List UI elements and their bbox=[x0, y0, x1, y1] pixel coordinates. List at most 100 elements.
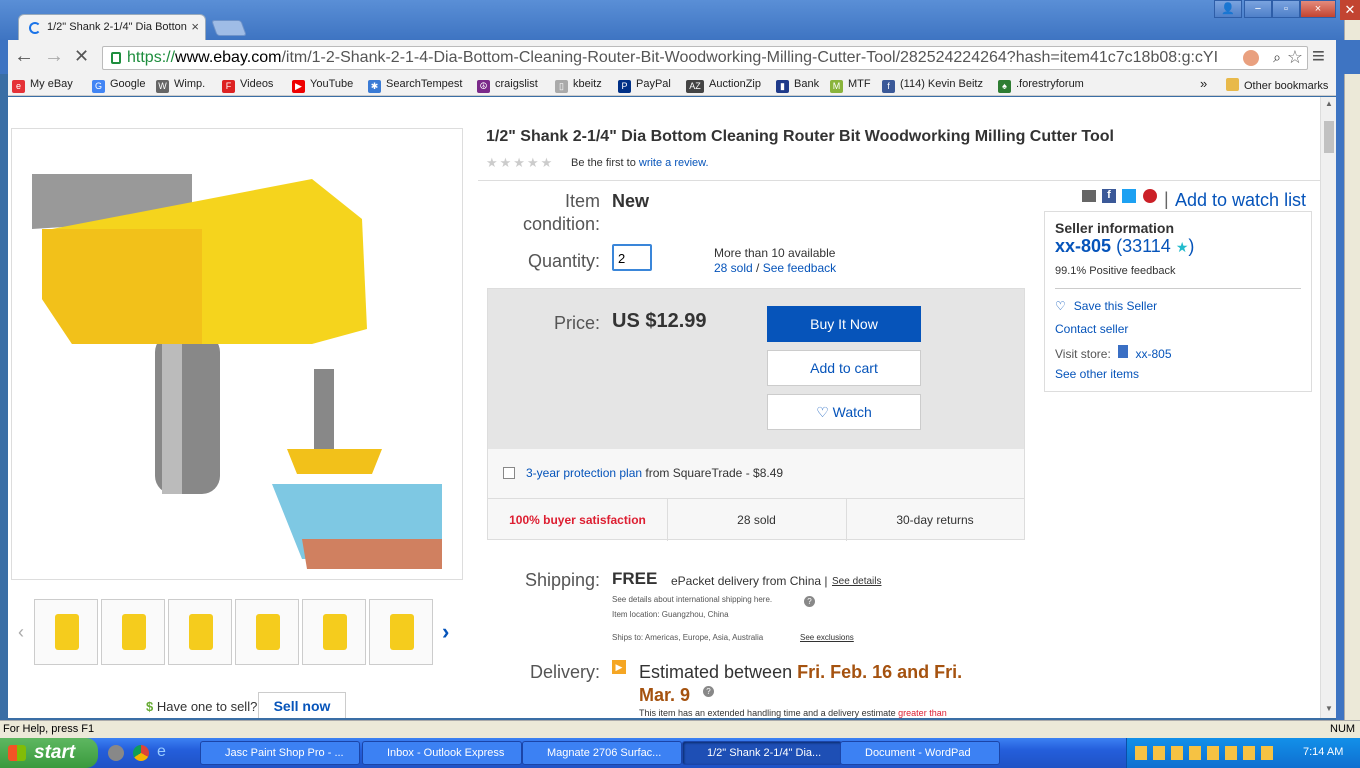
clock[interactable]: 7:14 AM bbox=[1303, 746, 1343, 758]
bookmark-paypal[interactable]: P PayPal bbox=[618, 78, 671, 93]
thumbnail[interactable] bbox=[302, 599, 366, 665]
bookmark-kbeitz[interactable]: ▯ kbeitz bbox=[555, 78, 602, 93]
sell-now-button[interactable]: Sell now bbox=[258, 692, 346, 718]
zoom-icon[interactable]: ⌕ bbox=[1273, 49, 1281, 66]
protection-plan-link[interactable]: 3-year protection plan bbox=[526, 466, 642, 480]
new-tab-button[interactable] bbox=[211, 20, 247, 36]
url-text: https://www.ebay.com/itm/1-2-Shank-2-1-4… bbox=[127, 49, 1219, 66]
task-paint-shop-pro[interactable]: Jasc Paint Shop Pro - ... bbox=[200, 741, 360, 765]
save-seller-link[interactable]: ♡ Save this Seller bbox=[1055, 299, 1157, 313]
thumbnail[interactable] bbox=[235, 599, 299, 665]
window-border bbox=[1336, 40, 1344, 720]
condition-value: New bbox=[612, 191, 650, 211]
protection-checkbox[interactable] bbox=[503, 467, 515, 479]
bookmarks-bar: e My eBay G Google W Wimp. F Videos ▶ YouTube… bbox=[8, 74, 1344, 96]
add-to-cart-button[interactable]: Add to cart bbox=[767, 350, 921, 386]
address-bar[interactable]: https://www.ebay.com/itm/1-2-Shank-2-1-4… bbox=[102, 46, 1308, 70]
task-chrome-active[interactable]: 1/2" Shank 2-1/4" Dia... bbox=[682, 741, 842, 765]
delivery-label: Delivery: bbox=[529, 662, 600, 682]
bookmark-wimp[interactable]: W Wimp. bbox=[156, 78, 205, 93]
ie-icon[interactable]: e bbox=[157, 743, 166, 761]
thumbnail[interactable] bbox=[168, 599, 232, 665]
email-icon[interactable] bbox=[1082, 190, 1096, 202]
quantity-label: Quantity: bbox=[527, 251, 600, 271]
tray-icons[interactable] bbox=[1135, 746, 1275, 760]
quantity-input[interactable]: 2 bbox=[612, 244, 652, 271]
forward-icon[interactable]: → bbox=[44, 46, 64, 66]
help-icon[interactable]: ? bbox=[703, 686, 714, 697]
quicklaunch-icon[interactable] bbox=[108, 745, 124, 761]
bookmark-star-icon[interactable]: ☆ bbox=[1287, 47, 1303, 68]
facebook-icon[interactable]: f bbox=[1102, 189, 1116, 203]
tab-active[interactable]: 1/2" Shank 2-1/4" Dia Botton × bbox=[18, 14, 206, 41]
restore-button[interactable]: ▫ bbox=[1272, 0, 1300, 18]
bookmark-google[interactable]: G Google bbox=[92, 78, 145, 93]
have-one-to-sell: $ Have one to sell? bbox=[146, 699, 258, 714]
task-outlook-express[interactable]: Inbox - Outlook Express bbox=[362, 741, 522, 765]
bookmark-craigslist[interactable]: ☮ craigslist bbox=[477, 78, 538, 93]
stop-icon[interactable]: ✕ bbox=[74, 46, 89, 66]
bookmark-auctionzip[interactable]: AZ AuctionZip bbox=[686, 78, 761, 93]
divider bbox=[488, 498, 1024, 499]
scroll-down-icon[interactable]: ▼ bbox=[1325, 704, 1333, 713]
thumbnail[interactable] bbox=[101, 599, 165, 665]
bookmark-searchtempest[interactable]: ✱ SearchTempest bbox=[368, 78, 462, 93]
availability: More than 10 available bbox=[714, 246, 836, 260]
thumbnail[interactable] bbox=[369, 599, 433, 665]
product-main-image[interactable] bbox=[11, 128, 463, 580]
back-icon[interactable]: ← bbox=[14, 46, 34, 66]
scrollbar-thumb[interactable] bbox=[1324, 121, 1334, 153]
tab-close-icon[interactable]: × bbox=[191, 19, 199, 34]
twitter-icon[interactable] bbox=[1122, 189, 1136, 203]
scroll-up-icon[interactable]: ▲ bbox=[1325, 99, 1333, 108]
watch-button[interactable]: ♡ Watch bbox=[767, 394, 921, 430]
lock-icon bbox=[111, 52, 121, 64]
vertical-scrollbar[interactable]: ▲ ▼ bbox=[1320, 97, 1336, 718]
see-other-items-link[interactable]: See other items bbox=[1055, 367, 1139, 381]
bookmark-my-ebay[interactable]: e My eBay bbox=[12, 78, 73, 93]
sold-link[interactable]: 28 sold bbox=[714, 261, 753, 275]
seller-name-link[interactable]: xx-805 bbox=[1055, 236, 1111, 256]
thumb-next-icon[interactable]: › bbox=[442, 619, 449, 645]
bookmark-forestryforum[interactable]: ♠ .forestryforum bbox=[998, 78, 1084, 93]
bookmark-youtube[interactable]: ▶ YouTube bbox=[292, 78, 353, 93]
bookmark-other[interactable]: Other bookmarks bbox=[1226, 78, 1328, 92]
dollar-icon: $ bbox=[146, 699, 154, 714]
write-review-link[interactable]: write a review. bbox=[639, 157, 709, 169]
price-box: Price: US $12.99 Buy It Now Add to cart … bbox=[487, 288, 1025, 541]
positive-feedback: 99.1% Positive feedback bbox=[1055, 265, 1176, 277]
buy-it-now-button[interactable]: Buy It Now bbox=[767, 306, 921, 342]
taskbar: start e Jasc Paint Shop Pro - ... Inbox … bbox=[0, 738, 1360, 768]
thumb-prev-icon[interactable]: ‹ bbox=[18, 622, 24, 643]
task-wordpad[interactable]: Document - WordPad bbox=[840, 741, 1000, 765]
add-to-watch-list-link[interactable]: Add to watch list bbox=[1175, 190, 1306, 211]
close-button[interactable]: × bbox=[1300, 0, 1336, 18]
minimize-button[interactable]: − bbox=[1244, 0, 1272, 18]
returns-policy: 30-day returns bbox=[896, 513, 974, 527]
pinterest-icon[interactable] bbox=[1143, 189, 1157, 203]
see-feedback-link[interactable]: See feedback bbox=[763, 261, 836, 275]
thumbnail[interactable] bbox=[34, 599, 98, 665]
profile-icon[interactable]: 👤 bbox=[1214, 0, 1242, 18]
bookmark-bank[interactable]: ▮ Bank bbox=[776, 78, 819, 93]
contact-seller-link[interactable]: Contact seller bbox=[1055, 322, 1128, 336]
star-icon: ★ bbox=[1175, 239, 1189, 255]
price-value: US $12.99 bbox=[612, 310, 707, 332]
bookmark-videos[interactable]: F Videos bbox=[222, 78, 273, 93]
task-magnate[interactable]: Magnate 2706 Surfac... bbox=[522, 741, 682, 765]
status-bar: For Help, press F1 NUM bbox=[0, 720, 1360, 738]
rating-stars-icon: ★★★★★ bbox=[486, 155, 555, 170]
help-icon[interactable]: ? bbox=[804, 596, 815, 607]
extension-icon[interactable] bbox=[1243, 50, 1259, 66]
bookmarks-overflow-icon[interactable]: » bbox=[1200, 76, 1207, 91]
store-link[interactable]: xx-805 bbox=[1136, 347, 1172, 361]
bookmark-kevin-beitz[interactable]: f (114) Kevin Beitz bbox=[882, 78, 983, 93]
chrome-icon[interactable] bbox=[133, 745, 149, 761]
condition-label-1: Item bbox=[564, 191, 600, 211]
bookmark-mtf[interactable]: M MTF bbox=[830, 78, 871, 93]
outer-close-icon[interactable]: ✕ bbox=[1340, 0, 1360, 20]
menu-icon[interactable]: ≡ bbox=[1312, 45, 1325, 67]
shipping-label: Shipping: bbox=[524, 570, 600, 590]
see-details-link[interactable]: See details bbox=[832, 576, 881, 587]
see-exclusions-link[interactable]: See exclusions bbox=[800, 633, 854, 642]
